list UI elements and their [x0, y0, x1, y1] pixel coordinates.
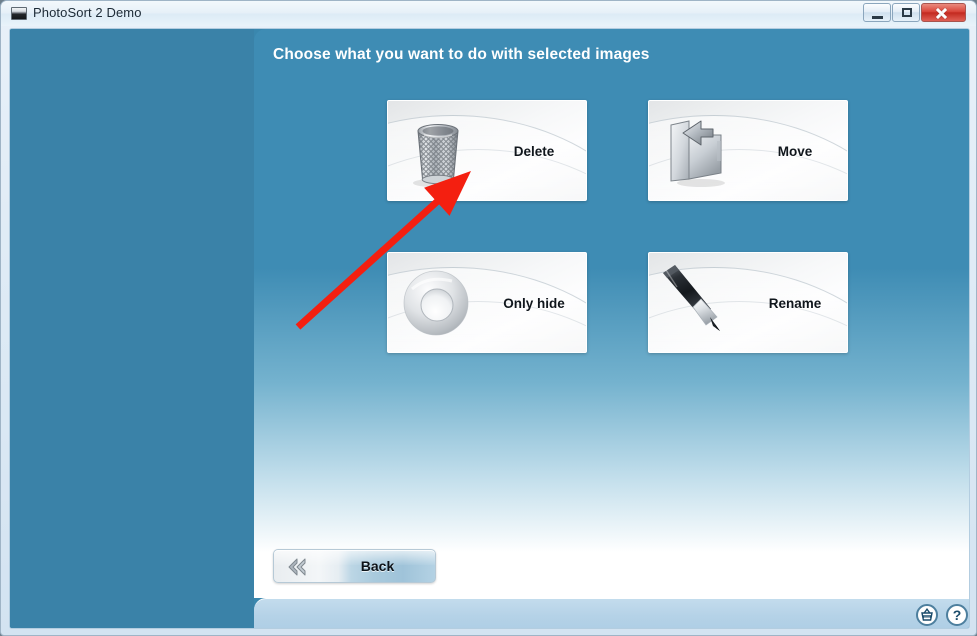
back-button-label: Back — [360, 558, 395, 574]
close-button[interactable] — [921, 3, 966, 22]
minimize-button[interactable] — [863, 3, 891, 22]
basket-glyph — [921, 608, 933, 621]
folder-move-icon — [670, 120, 725, 187]
action-tile-rename[interactable]: Rename — [648, 252, 848, 353]
maximize-button[interactable] — [892, 3, 920, 22]
action-tile-label: Only hide — [503, 296, 565, 311]
action-tile-label: Move — [777, 144, 813, 159]
help-button[interactable]: ? — [946, 604, 968, 626]
action-tile-move[interactable]: Move — [648, 100, 848, 201]
ring-hide-icon — [403, 270, 469, 336]
application-window: PhotoSort 2 Demo Choose what you want to… — [0, 0, 977, 636]
content-panel: Choose what you want to do with selected… — [254, 29, 969, 598]
pencil-icon — [663, 265, 720, 331]
shopping-basket-icon[interactable] — [916, 604, 938, 626]
double-chevron-left-icon — [288, 558, 306, 576]
title-bar: PhotoSort 2 Demo — [1, 1, 976, 26]
action-tile-label: Rename — [768, 296, 822, 311]
action-tile-only-hide[interactable]: Only hide — [387, 252, 587, 353]
action-tile-delete[interactable]: Delete — [387, 100, 587, 201]
back-button[interactable]: Back — [273, 549, 436, 583]
page-title: Choose what you want to do with selected… — [273, 46, 650, 63]
trash-bin-icon — [413, 124, 463, 188]
window-title: PhotoSort 2 Demo — [33, 5, 142, 20]
application-body: Choose what you want to do with selected… — [9, 28, 970, 629]
action-tile-label: Delete — [513, 144, 555, 159]
monitor-icon — [11, 7, 27, 20]
sidebar-panel — [10, 29, 254, 628]
question-mark-icon: ? — [952, 607, 962, 623]
status-bar: ? — [254, 598, 969, 628]
